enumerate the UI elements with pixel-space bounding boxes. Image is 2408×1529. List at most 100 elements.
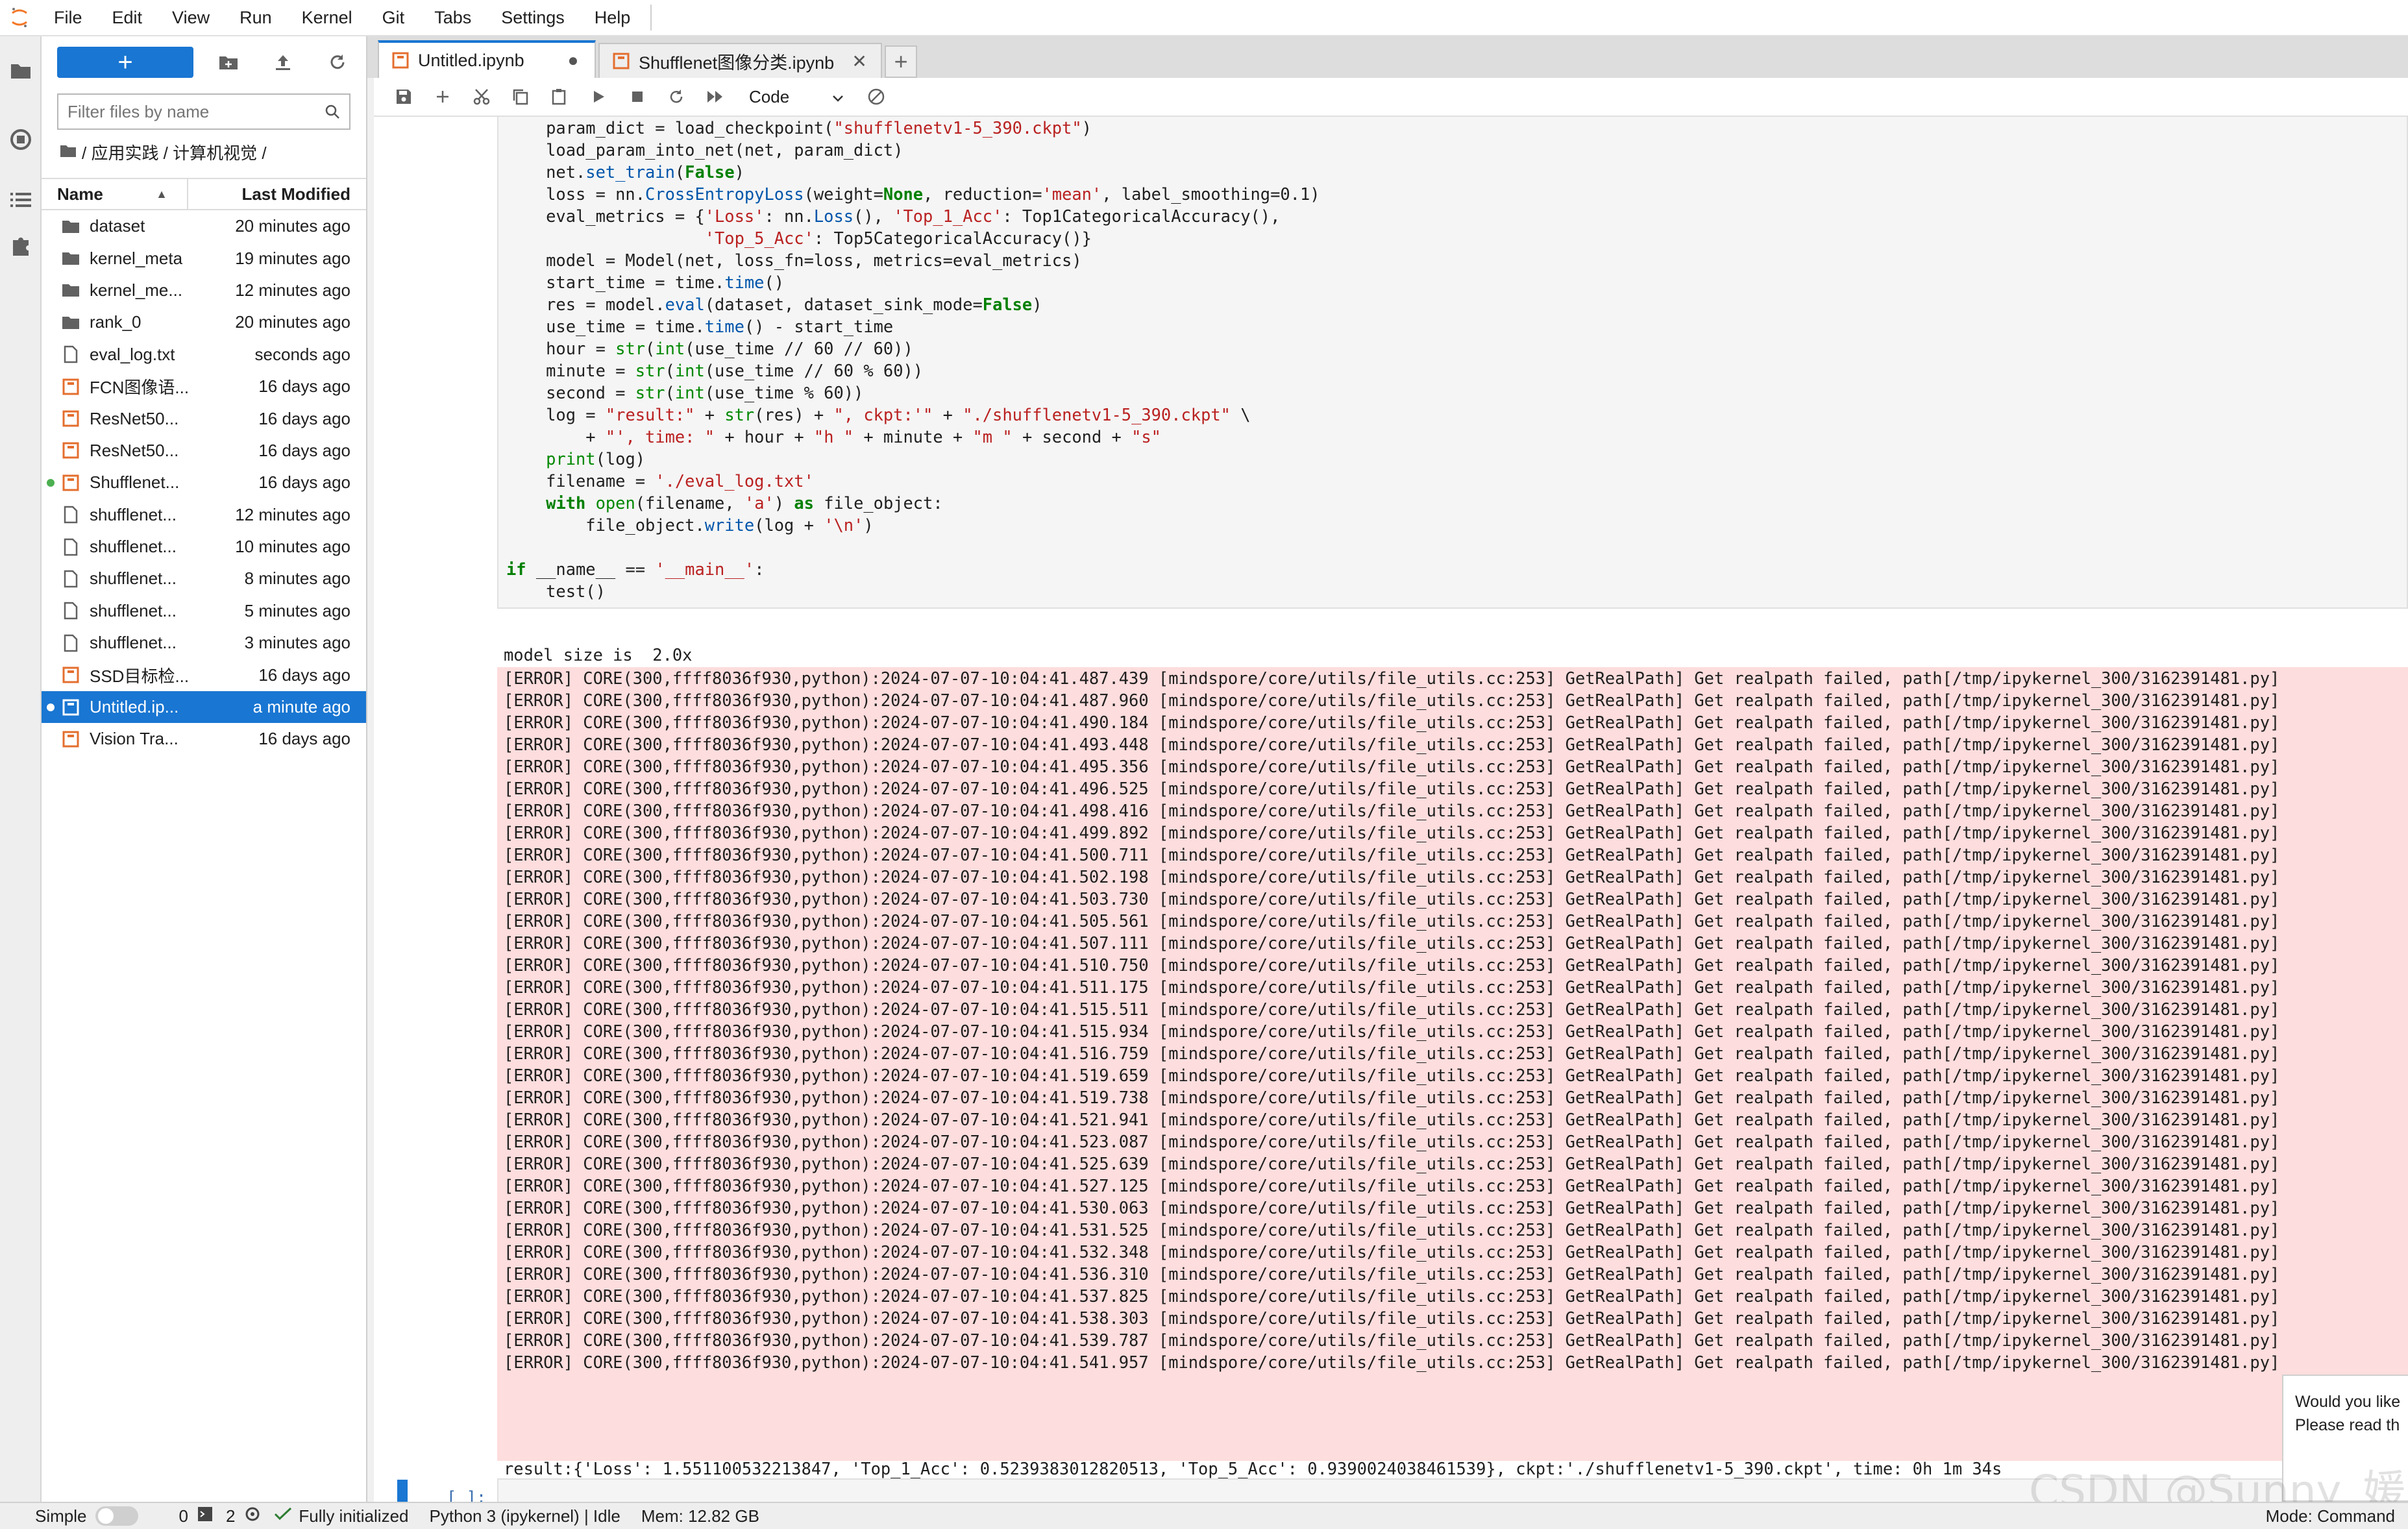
- stderr-line: [ERROR] CORE(300,ffff8036f930,python):20…: [504, 1110, 2280, 1129]
- table-of-contents-icon[interactable]: [0, 174, 42, 226]
- code-editor[interactable]: param_dict = load_checkpoint("shufflenet…: [506, 117, 1320, 602]
- file-row[interactable]: shufflenet... 8 minutes ago: [42, 563, 366, 594]
- extension-puzzle-icon[interactable]: [0, 226, 42, 265]
- paste-icon[interactable]: [540, 77, 579, 116]
- file-row[interactable]: kernel_meta 19 minutes ago: [42, 242, 366, 274]
- menu-tabs[interactable]: Tabs: [419, 0, 486, 36]
- file-name: Vision Tra...: [90, 729, 178, 749]
- menu-git[interactable]: Git: [367, 0, 420, 36]
- notebook-icon: [392, 52, 409, 69]
- menu-help[interactable]: Help: [580, 0, 646, 36]
- file-modified: 16 days ago: [258, 472, 350, 493]
- kernel-status[interactable]: Python 3 (ipykernel) | Idle: [430, 1506, 620, 1526]
- file-modified: 16 days ago: [258, 376, 350, 397]
- stderr-line: [ERROR] CORE(300,ffff8036f930,python):20…: [504, 933, 2280, 953]
- column-header-last-modified[interactable]: Last Modified: [188, 184, 366, 204]
- notebook-icon: [613, 53, 630, 69]
- file-row[interactable]: Vision Tra... 16 days ago: [42, 723, 366, 755]
- kernel-status-icon[interactable]: [857, 77, 896, 116]
- unsaved-dot-icon[interactable]: ●: [565, 50, 582, 71]
- upload-icon[interactable]: [256, 47, 310, 78]
- menu-kernel[interactable]: Kernel: [287, 0, 367, 36]
- file-name: shufflenet...: [90, 504, 177, 524]
- notification-text: Would you like: [2295, 1393, 2401, 1411]
- menu-edit[interactable]: Edit: [97, 0, 158, 36]
- git-status[interactable]: Fully initialized: [274, 1506, 409, 1526]
- file-row[interactable]: eval_log.txt seconds ago: [42, 339, 366, 371]
- stderr-line: [ERROR] CORE(300,ffff8036f930,python):20…: [504, 889, 2280, 909]
- menu-file[interactable]: File: [39, 0, 97, 36]
- file-name: FCN图像语...: [90, 378, 190, 398]
- notebook-mode: Mode: Command: [2265, 1506, 2395, 1526]
- file-row[interactable]: Untitled.ip... a minute ago: [42, 691, 366, 724]
- file-name: SSD目标检...: [90, 666, 190, 686]
- running-sessions-icon[interactable]: [0, 105, 42, 174]
- file-filter-search[interactable]: [57, 93, 350, 130]
- menu-run[interactable]: Run: [225, 0, 287, 36]
- file-modified: 16 days ago: [258, 408, 350, 428]
- restart-icon[interactable]: [657, 77, 696, 116]
- file-name: ResNet50...: [90, 408, 179, 428]
- file-row[interactable]: FCN图像语... 16 days ago: [42, 371, 366, 402]
- notebook-icon: [61, 473, 80, 493]
- notebook-icon: [61, 409, 80, 428]
- file-filter-input[interactable]: [68, 101, 325, 122]
- file-row[interactable]: kernel_me... 12 minutes ago: [42, 275, 366, 306]
- cut-icon[interactable]: [462, 77, 501, 116]
- toggle-switch[interactable]: [95, 1506, 139, 1526]
- tab-untitled-notebook[interactable]: Untitled.ipynb ●: [378, 40, 596, 78]
- column-header-name[interactable]: Name ▲: [42, 179, 188, 209]
- file-row[interactable]: shufflenet... 10 minutes ago: [42, 531, 366, 563]
- save-icon[interactable]: [384, 77, 423, 116]
- file-row[interactable]: dataset 20 minutes ago: [42, 210, 366, 242]
- stderr-line: [ERROR] CORE(300,ffff8036f930,python):20…: [504, 735, 2280, 754]
- file-modified: 16 days ago: [258, 665, 350, 685]
- run-icon[interactable]: [579, 77, 618, 116]
- git-status-icon: [274, 1506, 292, 1526]
- code-cell-input[interactable]: param_dict = load_checkpoint("shufflenet…: [497, 117, 2408, 609]
- stderr-line: [ERROR] CORE(300,ffff8036f930,python):20…: [504, 757, 2280, 776]
- code-line: test(): [506, 581, 606, 601]
- file-row[interactable]: SSD目标检... 16 days ago: [42, 659, 366, 691]
- stderr-line: [ERROR] CORE(300,ffff8036f930,python):20…: [504, 1286, 2280, 1306]
- new-folder-icon[interactable]: [201, 47, 256, 78]
- breadcrumb-path[interactable]: / 应用实践 / 计算机视觉 /: [82, 140, 267, 164]
- stderr-line: [ERROR] CORE(300,ffff8036f930,python):20…: [504, 1154, 2280, 1173]
- code-line: filename = './eval_log.txt': [506, 471, 814, 491]
- refresh-icon[interactable]: [310, 47, 365, 78]
- terminal-count[interactable]: 0: [178, 1506, 212, 1526]
- simple-mode-toggle[interactable]: Simple: [35, 1506, 139, 1526]
- file-row[interactable]: shufflenet... 12 minutes ago: [42, 499, 366, 531]
- insert-cell-icon[interactable]: [423, 77, 462, 116]
- file-row[interactable]: shufflenet... 3 minutes ago: [42, 627, 366, 659]
- tab-shufflenet-notebook[interactable]: Shufflenet图像分类.ipynb ✕: [598, 43, 883, 78]
- code-line: if __name__ == '__main__':: [506, 559, 765, 579]
- kernel-count[interactable]: 2: [226, 1506, 261, 1527]
- menu-settings[interactable]: Settings: [486, 0, 580, 36]
- stop-icon[interactable]: [618, 77, 657, 116]
- stderr-line: [ERROR] CORE(300,ffff8036f930,python):20…: [504, 1242, 2280, 1262]
- file-row[interactable]: Shufflenet... 16 days ago: [42, 467, 366, 498]
- stderr-line: [ERROR] CORE(300,ffff8036f930,python):20…: [504, 779, 2280, 798]
- stderr-line: [ERROR] CORE(300,ffff8036f930,python):20…: [504, 1132, 2280, 1151]
- file-row[interactable]: rank_0 20 minutes ago: [42, 306, 366, 338]
- add-tab-button[interactable]: +: [885, 45, 918, 78]
- fast-forward-icon[interactable]: [696, 77, 735, 116]
- file-name: kernel_me...: [90, 280, 183, 300]
- file-row[interactable]: ResNet50... 16 days ago: [42, 402, 366, 434]
- menu-view[interactable]: View: [157, 0, 225, 36]
- close-icon[interactable]: ✕: [851, 51, 868, 72]
- folder-icon[interactable]: [0, 36, 42, 105]
- file-browser-toolbar: +: [42, 36, 366, 88]
- new-launcher-button[interactable]: +: [57, 47, 193, 78]
- file-modified: 5 minutes ago: [244, 600, 350, 620]
- stderr-line: [ERROR] CORE(300,ffff8036f930,python):20…: [504, 1308, 2280, 1328]
- file-row[interactable]: shufflenet... 5 minutes ago: [42, 595, 366, 627]
- file-name: ResNet50...: [90, 440, 179, 460]
- copy-icon[interactable]: [501, 77, 540, 116]
- folder-icon: [61, 217, 80, 236]
- cell-type-select[interactable]: Code: [741, 82, 852, 111]
- file-row[interactable]: ResNet50... 16 days ago: [42, 435, 366, 467]
- stderr-line: [ERROR] CORE(300,ffff8036f930,python):20…: [504, 911, 2280, 931]
- breadcrumb-folder-icon[interactable]: [60, 142, 77, 162]
